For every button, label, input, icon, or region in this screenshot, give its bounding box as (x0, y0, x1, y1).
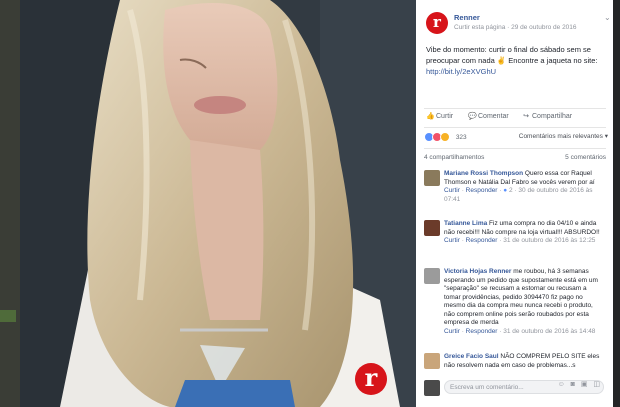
summary-row: 4 compartilhamentos 5 comentários (424, 154, 606, 161)
commenter-name[interactable]: Victoria Hojas Renner (444, 268, 511, 275)
comment-body: Greice Facio Saul NÃO COMPREM PELO SITE … (444, 353, 604, 370)
share-icon: ↪ (523, 113, 529, 120)
avatar[interactable] (424, 220, 440, 236)
post-panel: r Renner Curtir esta página · 29 de outu… (416, 0, 613, 407)
comment-body: Tatianne Lima Fiz uma compra no dia 04/1… (444, 220, 604, 246)
comment-meta: Curtir · Responder · 31 de outubro de 20… (444, 327, 596, 335)
avatar[interactable] (424, 353, 440, 369)
comment-like-link[interactable]: Curtir (444, 328, 460, 335)
comment-body: Mariane Rossi Thompson Quero essa cor Ra… (444, 170, 604, 204)
reactions-row: 323 Comentários mais relevantes ▾ (424, 132, 608, 144)
divider (424, 108, 606, 109)
action-bar: 👍Curtir 💬Comentar ↪ Compartilhar (424, 112, 606, 126)
comment-button[interactable]: 💬Comentar (468, 112, 509, 120)
like-icon: ● (503, 187, 508, 194)
haha-reaction-icon[interactable] (440, 132, 450, 142)
comment-meta: Curtir · Responder · 31 de outubro de 20… (444, 237, 596, 244)
comment-body: Victoria Hojas Renner me roubou, há 3 se… (444, 268, 604, 336)
comment-reply-link[interactable]: Responder (466, 187, 498, 194)
comment-meta: Curtir · Responder · ● 2 · 30 de outubro… (444, 187, 593, 203)
post-body: Vibe do momento: curtir o final do sábad… (426, 45, 598, 65)
comments-count[interactable]: 5 comentários (565, 154, 606, 161)
avatar[interactable] (424, 268, 440, 284)
reaction-count[interactable]: 323 (456, 134, 467, 141)
comment-icon: 💬 (468, 113, 477, 120)
comment-reply-link[interactable]: Responder (466, 237, 498, 244)
shares-count[interactable]: 4 compartilhamentos (424, 154, 484, 161)
photo-illustration (20, 0, 416, 407)
comment-like-link[interactable]: Curtir (444, 237, 460, 244)
post-link[interactable]: http://bit.ly/2eXVGhU (426, 66, 606, 77)
avatar (424, 380, 440, 396)
comment-sort-dropdown[interactable]: Comentários mais relevantes ▾ (519, 132, 608, 140)
background-page-strip (0, 0, 20, 407)
background-chip (0, 310, 16, 322)
like-button[interactable]: 👍Curtir (426, 112, 453, 120)
comment-like-count[interactable]: 2 (509, 187, 513, 194)
post-photo[interactable] (20, 0, 416, 407)
chevron-down-icon[interactable]: ⌄ (604, 13, 611, 22)
comment-attach-icons[interactable]: ☺ ◙ ▣ ◫ (558, 380, 602, 388)
post-date[interactable]: 29 de outubro de 2016 (511, 24, 576, 31)
comment-date[interactable]: 31 de outubro de 2016 às 12:25 (503, 237, 595, 244)
like-icon: 👍 (426, 113, 435, 120)
post-text: Vibe do momento: curtir o final do sábad… (426, 44, 606, 77)
commenter-name[interactable]: Greice Facio Saul (444, 353, 499, 360)
divider (424, 127, 606, 128)
share-button[interactable]: ↪ Compartilhar (522, 112, 572, 120)
commenter-name[interactable]: Mariane Rossi Thompson (444, 170, 523, 177)
comment-text: me roubou, há 3 semanas esperando um ped… (444, 268, 598, 326)
follow-page-link[interactable]: Curtir esta página (454, 24, 505, 31)
page-avatar[interactable]: r (426, 12, 448, 34)
comment-date[interactable]: 31 de outubro de 2016 às 14:48 (503, 328, 595, 335)
background-page-strip (613, 0, 620, 407)
page-name-link[interactable]: Renner (454, 13, 480, 22)
divider (424, 148, 606, 149)
avatar[interactable] (424, 170, 440, 186)
post-header: r Renner Curtir esta página · 29 de outu… (426, 10, 611, 38)
write-comment-box: Escreva um comentário... ☺ ◙ ▣ ◫ (424, 380, 606, 396)
comment-like-link[interactable]: Curtir (444, 187, 460, 194)
comment-reply-link[interactable]: Responder (466, 328, 498, 335)
commenter-name[interactable]: Tatianne Lima (444, 220, 487, 227)
brand-logo-badge: r (355, 363, 387, 395)
post-meta: Curtir esta página · 29 de outubro de 20… (454, 24, 577, 31)
